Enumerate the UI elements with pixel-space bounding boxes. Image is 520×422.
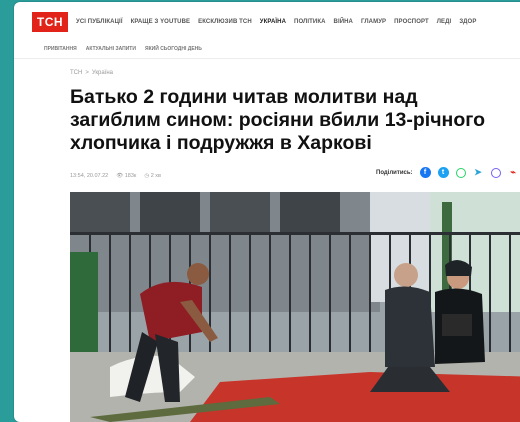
sub-navigation: ПРИВІТАННЯ АКТУАЛЬНІ ЗАПИТИ ЯКИЙ СЬОГОДН…: [44, 46, 202, 52]
read-time-value: 2 хв: [150, 173, 161, 179]
nav-war[interactable]: ВІЙНА: [334, 19, 353, 25]
twitter-icon[interactable]: t: [437, 167, 449, 178]
header-divider: [14, 58, 520, 59]
nav-health[interactable]: ЗДОР: [459, 19, 476, 25]
viber-icon[interactable]: [490, 167, 501, 178]
link-icon[interactable]: ⌁: [507, 167, 519, 178]
share-bar: Поділитись: f t ➤ ⌁: [376, 167, 519, 178]
subnav-actual-queries[interactable]: АКТУАЛЬНІ ЗАПИТИ: [86, 46, 136, 52]
facebook-icon[interactable]: f: [419, 167, 431, 178]
subnav-what-day[interactable]: ЯКИЙ СЬОГОДНІ ДЕНЬ: [145, 46, 202, 52]
breadcrumb-separator: >: [85, 70, 89, 76]
browser-page: ТСН УСІ ПУБЛІКАЦІЇ КРАЩЕ З YOUTUBE ЕКСКЛ…: [14, 2, 520, 422]
nav-best-youtube[interactable]: КРАЩЕ З YOUTUBE: [131, 19, 191, 25]
breadcrumb-home[interactable]: ТСН: [70, 70, 82, 76]
tsn-logo[interactable]: ТСН: [32, 12, 68, 32]
main-menu: УСІ ПУБЛІКАЦІЇ КРАЩЕ З YOUTUBE ЕКСКЛЮЗИВ…: [76, 19, 476, 25]
nav-glamour[interactable]: ГЛАМУР: [361, 19, 386, 25]
breadcrumb: ТСН > Україна: [70, 70, 113, 76]
nav-prosport[interactable]: ПРОСПОРТ: [394, 19, 429, 25]
photo-illustration: [70, 192, 520, 422]
nav-ukraine[interactable]: УКРАЇНА: [260, 19, 286, 25]
article-title: Батько 2 години читав молитви над загибл…: [70, 86, 486, 154]
read-time: ◷ 2 хв: [144, 173, 161, 179]
telegram-icon[interactable]: ➤: [472, 167, 484, 178]
article-meta: 13:54, 20.07.22 👁 183к ◷ 2 хв: [70, 173, 161, 179]
breadcrumb-section[interactable]: Україна: [92, 70, 113, 76]
eye-icon: 👁: [116, 173, 124, 179]
nav-politics[interactable]: ПОЛІТИКА: [294, 19, 325, 25]
whatsapp-icon[interactable]: [455, 167, 466, 178]
nav-exclusive[interactable]: ЕКСКЛЮЗИВ ТСН: [198, 19, 252, 25]
nav-all-publications[interactable]: УСІ ПУБЛІКАЦІЇ: [76, 19, 123, 25]
top-navigation: ТСН УСІ ПУБЛІКАЦІЇ КРАЩЕ З YOUTUBE ЕКСКЛ…: [14, 2, 520, 42]
subnav-greetings[interactable]: ПРИВІТАННЯ: [44, 46, 77, 52]
views-value: 183к: [124, 173, 137, 179]
article-photo: [70, 192, 520, 422]
article-date: 13:54, 20.07.22: [70, 173, 109, 179]
nav-lady[interactable]: ЛЕДІ: [437, 19, 452, 25]
clock-icon: ◷: [144, 173, 150, 179]
share-label: Поділитись:: [376, 169, 413, 176]
views-count: 👁 183к: [116, 173, 136, 179]
